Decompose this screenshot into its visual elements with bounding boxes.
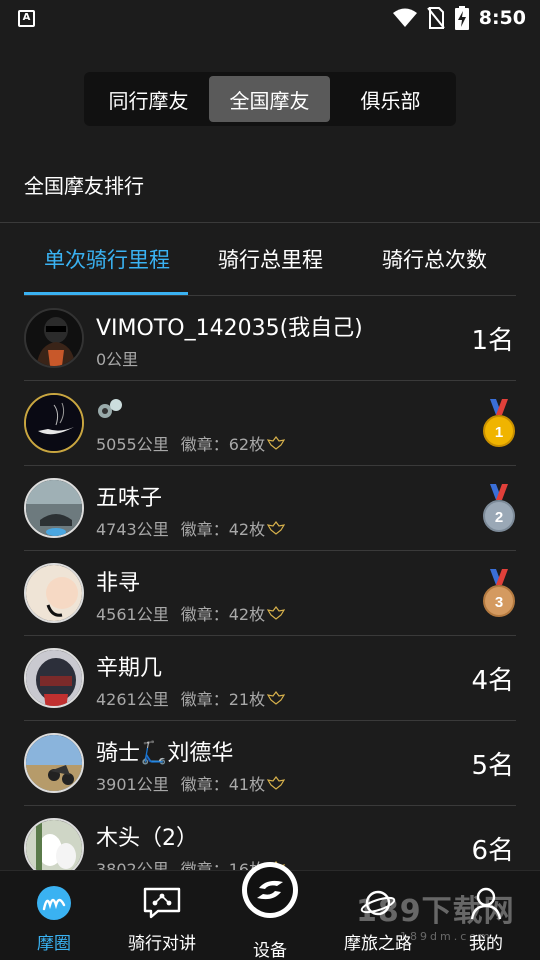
rider-distance: 0公里 <box>96 350 139 369</box>
ranking-row-self[interactable]: VIMOTO_142035(我自己) 0公里 1名 <box>24 296 516 381</box>
rider-stats: 4743公里 徽章： 42枚 <box>96 516 286 540</box>
nav-intercom[interactable]: 骑行对讲 <box>108 871 216 960</box>
music-emoji-icon <box>98 399 122 418</box>
rider-name: 非寻 <box>96 571 141 596</box>
badge-count: 42枚 <box>228 605 266 624</box>
tab-club[interactable]: 俱乐部 <box>330 76 451 122</box>
rider-distance: 4743公里 <box>96 520 169 539</box>
divider <box>0 222 540 223</box>
rider-distance: 4261公里 <box>96 690 169 709</box>
rider-distance: 3901公里 <box>96 775 169 794</box>
avatar[interactable] <box>24 308 84 368</box>
badge-icon <box>267 521 286 535</box>
watermark-sub: 189dm.com <box>400 930 493 943</box>
gold-medal-icon: 1 <box>483 399 515 447</box>
nav-label: 骑行对讲 <box>128 934 196 954</box>
badge-count: 41枚 <box>228 775 266 794</box>
ranking-subtabs: 单次骑行里程 骑行总里程 骑行总次数 <box>0 226 540 296</box>
medal-number: 1 <box>495 424 503 441</box>
silver-medal-icon: 2 <box>483 484 515 532</box>
nav-label: 摩圈 <box>37 934 71 954</box>
ranking-row[interactable]: 5055公里 徽章： 62枚 1 <box>24 381 516 466</box>
badge-icon <box>267 436 286 450</box>
badge-label: 徽章： <box>180 520 229 539</box>
clock: 8:50 <box>478 7 526 29</box>
nav-moquan[interactable]: 摩圈 <box>0 871 108 960</box>
rider-name: 骑士🛴刘德华 <box>96 741 234 766</box>
status-bar: A 8:50 <box>0 0 540 36</box>
badge-count: 21枚 <box>228 690 266 709</box>
badge-label: 徽章： <box>180 775 229 794</box>
tab-total-distance[interactable]: 骑行总里程 <box>218 244 323 274</box>
rider-stats: 3901公里 徽章： 41枚 <box>96 771 286 795</box>
rider-stats: 5055公里 徽章： 62枚 <box>96 431 286 455</box>
ranking-row[interactable]: 五味子 4743公里 徽章： 42枚 2 <box>24 466 516 551</box>
rider-stats: 4561公里 徽章： 42枚 <box>96 601 286 625</box>
badge-icon <box>267 606 286 620</box>
tab-single-ride-distance[interactable]: 单次骑行里程 <box>44 244 170 274</box>
moquan-icon <box>34 885 74 921</box>
ranking-list[interactable]: VIMOTO_142035(我自己) 0公里 1名 5055公里 徽章： 62枚 … <box>0 296 540 870</box>
top-segmented-tabs: 同行摩友 全国摩友 俱乐部 <box>84 72 456 126</box>
rank-number: 6名 <box>471 836 514 866</box>
badge-icon <box>267 691 286 705</box>
badge-count: 42枚 <box>228 520 266 539</box>
badge-label: 徽章： <box>180 435 229 454</box>
avatar[interactable] <box>24 393 84 453</box>
avatar[interactable] <box>24 818 84 870</box>
tab-total-rides[interactable]: 骑行总次数 <box>382 244 487 274</box>
rider-stats: 0公里 <box>96 346 138 370</box>
avatar[interactable] <box>24 733 84 793</box>
rider-distance: 4561公里 <box>96 605 169 624</box>
rider-name: VIMOTO_142035(我自己) <box>96 316 363 341</box>
badge-label: 徽章： <box>180 860 229 870</box>
rank-number: 4名 <box>471 666 514 696</box>
rider-stats: 4261公里 徽章： 21枚 <box>96 686 286 710</box>
rider-name: 辛期几 <box>96 656 163 681</box>
watermark: 189下载网 <box>356 894 515 929</box>
ranking-row[interactable]: 辛期几 4261公里 徽章： 21枚 4名 <box>24 636 516 721</box>
bronze-medal-icon: 3 <box>483 569 515 617</box>
tab-national-riders[interactable]: 全国摩友 <box>209 76 330 122</box>
ranking-row[interactable]: 木头（2） 3802公里 徽章： 16枚 6名 <box>24 806 516 870</box>
badge-label: 徽章： <box>180 605 229 624</box>
avatar[interactable] <box>24 478 84 538</box>
rank-number: 5名 <box>471 751 514 781</box>
ranking-row[interactable]: 骑士🛴刘德华 3901公里 徽章： 41枚 5名 <box>24 721 516 806</box>
badge-icon <box>267 776 286 790</box>
battery-charging-icon <box>454 6 469 30</box>
rider-name: 五味子 <box>96 486 163 511</box>
accessibility-a-icon: A <box>18 9 35 27</box>
rider-name: 木头（2） <box>96 826 198 851</box>
rider-distance: 3802公里 <box>96 860 169 870</box>
device-center-button[interactable] <box>242 862 298 918</box>
avatar[interactable] <box>24 563 84 623</box>
rider-distance: 5055公里 <box>96 435 169 454</box>
ranking-row[interactable]: 非寻 4561公里 徽章： 42枚 3 <box>24 551 516 636</box>
section-title: 全国摩友排行 <box>24 174 144 198</box>
intercom-icon <box>142 885 182 921</box>
no-sim-icon <box>426 7 445 29</box>
rider-name-emoji <box>96 395 124 427</box>
badge-label: 徽章： <box>180 690 229 709</box>
tab-peer-riders[interactable]: 同行摩友 <box>88 76 209 122</box>
nav-label: 设备 <box>253 941 287 960</box>
device-icon <box>247 867 293 913</box>
rank-number: 1名 <box>471 326 514 356</box>
badge-count: 62枚 <box>228 435 266 454</box>
medal-number: 2 <box>495 509 503 526</box>
wifi-icon <box>392 8 417 27</box>
avatar[interactable] <box>24 648 84 708</box>
medal-number: 3 <box>495 594 503 611</box>
